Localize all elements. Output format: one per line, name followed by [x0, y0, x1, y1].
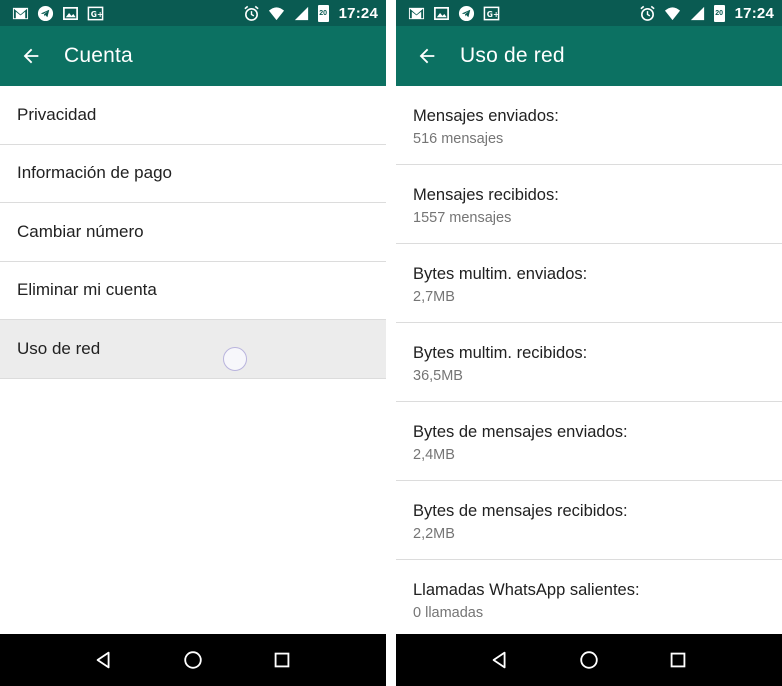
alarm-icon	[639, 5, 656, 22]
back-triangle-icon	[96, 651, 110, 669]
alarm-icon	[243, 5, 260, 22]
menu-item-payment-info[interactable]: Información de pago	[0, 145, 386, 203]
touch-ripple	[223, 347, 247, 371]
stat-media-bytes-sent: Bytes multim. enviados: 2,7MB	[396, 244, 782, 323]
stat-messages-received: Mensajes recibidos: 1557 mensajes	[396, 165, 782, 244]
nav-recents-button[interactable]	[270, 648, 294, 672]
menu-item-change-number[interactable]: Cambiar número	[0, 203, 386, 262]
menu-item-label: Información de pago	[17, 163, 172, 183]
telegram-icon	[37, 5, 54, 22]
stat-label: Bytes multim. enviados:	[413, 265, 588, 283]
toolbar: Cuenta	[0, 26, 386, 86]
arrow-back-icon	[419, 48, 435, 64]
svg-text:G+: G+	[487, 9, 500, 18]
stat-label: Llamadas WhatsApp salientes:	[413, 581, 640, 599]
stat-label: Bytes de mensajes enviados:	[413, 423, 628, 441]
stat-value: 2,4MB	[413, 447, 455, 463]
stat-value: 516 mensajes	[413, 131, 504, 147]
menu-item-label: Eliminar mi cuenta	[17, 280, 157, 300]
nav-home-button[interactable]	[181, 648, 205, 672]
svg-text:G+: G+	[91, 9, 104, 18]
stat-label: Bytes de mensajes recibidos:	[413, 502, 628, 520]
clock: 17:24	[338, 4, 378, 22]
stat-message-bytes-sent: Bytes de mensajes enviados: 2,4MB	[396, 402, 782, 481]
page-title: Cuenta	[64, 44, 133, 67]
stat-value: 2,7MB	[413, 289, 455, 305]
stat-value: 36,5MB	[413, 368, 463, 384]
account-menu-list: Privacidad Información de pago Cambiar n…	[0, 86, 386, 379]
recents-square-icon	[274, 652, 289, 668]
stat-media-bytes-received: Bytes multim. recibidos: 36,5MB	[396, 323, 782, 402]
signal-icon	[293, 5, 310, 22]
battery-level: 20	[715, 9, 724, 17]
gmail-icon	[12, 5, 29, 22]
status-bar: G+ 20 17:24	[0, 0, 386, 26]
google-plus-icon: G+	[483, 5, 500, 22]
stat-label: Bytes multim. recibidos:	[413, 344, 588, 362]
signal-icon	[689, 5, 706, 22]
recents-square-icon	[670, 652, 685, 668]
menu-item-network-usage[interactable]: Uso de red	[0, 320, 386, 379]
arrow-back-icon	[23, 48, 39, 64]
stat-value: 1557 mensajes	[413, 210, 512, 226]
battery-icon: 20	[317, 4, 329, 22]
menu-item-delete-account[interactable]: Eliminar mi cuenta	[0, 262, 386, 320]
gmail-icon	[408, 5, 425, 22]
page-title: Uso de red	[460, 44, 565, 67]
nav-home-button[interactable]	[577, 648, 601, 672]
phone-screen-account: G+ 20 17:24 Cuenta Privacidad Informació…	[0, 0, 386, 686]
home-circle-icon	[184, 651, 202, 669]
stat-value: 2,2MB	[413, 526, 455, 542]
battery-level: 20	[319, 9, 328, 17]
wifi-icon	[664, 5, 681, 22]
clock: 17:24	[734, 4, 774, 22]
menu-item-label: Cambiar número	[17, 221, 144, 241]
navigation-bar	[396, 634, 782, 686]
stat-message-bytes-received: Bytes de mensajes recibidos: 2,2MB	[396, 481, 782, 560]
network-usage-list: Mensajes enviados: 516 mensajes Mensajes…	[396, 86, 782, 639]
menu-item-label: Privacidad	[17, 104, 97, 124]
phone-screen-network-usage: G+ 20 17:24 Uso de red Mensajes enviados…	[396, 0, 782, 686]
stat-value: 0 llamadas	[413, 605, 484, 621]
wifi-icon	[268, 5, 285, 22]
gallery-icon	[433, 5, 450, 22]
home-circle-icon	[580, 651, 598, 669]
toolbar: Uso de red	[396, 26, 782, 86]
back-triangle-icon	[492, 651, 506, 669]
menu-item-label: Uso de red	[17, 338, 101, 358]
gallery-icon	[62, 5, 79, 22]
stat-outgoing-calls: Llamadas WhatsApp salientes: 0 llamadas	[396, 560, 782, 639]
menu-item-privacy[interactable]: Privacidad	[0, 86, 386, 145]
nav-recents-button[interactable]	[666, 648, 690, 672]
nav-back-button[interactable]	[92, 648, 116, 672]
stat-label: Mensajes enviados:	[413, 107, 559, 125]
google-plus-icon: G+	[87, 5, 104, 22]
back-arrow-button[interactable]	[414, 43, 440, 69]
stat-messages-sent: Mensajes enviados: 516 mensajes	[396, 86, 782, 165]
nav-back-button[interactable]	[488, 648, 512, 672]
navigation-bar	[0, 634, 386, 686]
battery-icon: 20	[713, 4, 725, 22]
status-bar: G+ 20 17:24	[396, 0, 782, 26]
telegram-icon	[458, 5, 475, 22]
stat-label: Mensajes recibidos:	[413, 186, 559, 204]
back-arrow-button[interactable]	[18, 43, 44, 69]
